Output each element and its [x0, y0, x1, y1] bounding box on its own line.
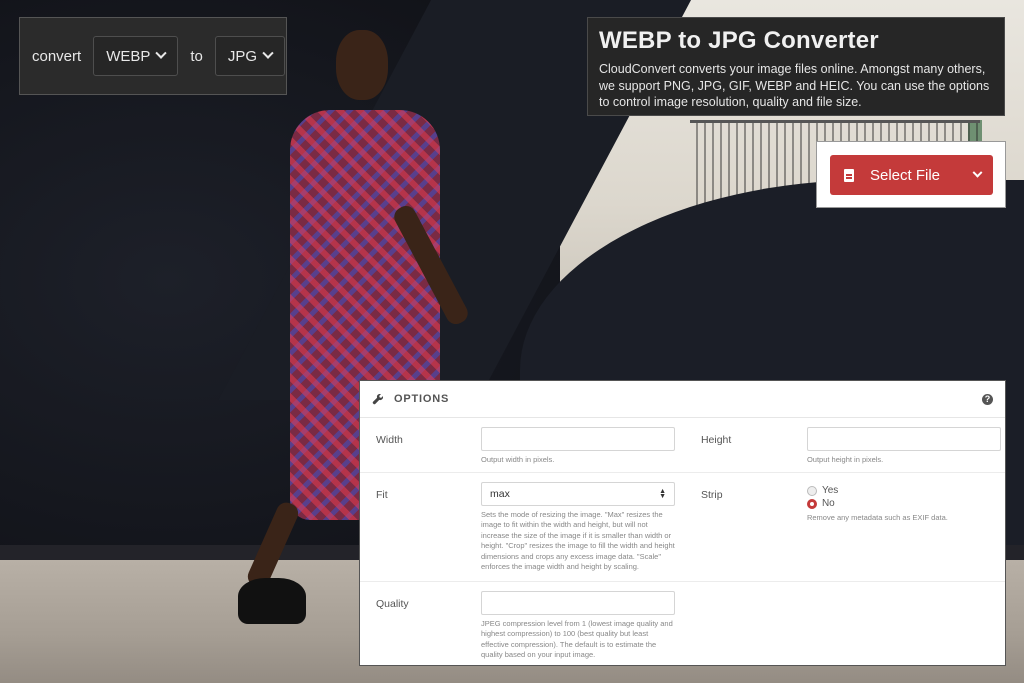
options-title: OPTIONS [394, 393, 450, 405]
strip-yes-radio[interactable]: Yes [806, 484, 1001, 497]
help-icon[interactable]: ? [982, 393, 993, 405]
model-head [336, 30, 388, 100]
strip-no-radio[interactable]: No [806, 497, 1001, 510]
quality-help: JPEG compression level from 1 (lowest im… [481, 619, 673, 660]
select-arrows-icon: ▲ ▼ [659, 488, 666, 500]
page-description: CloudConvert converts your image files o… [599, 62, 990, 109]
select-file-panel: Select File [816, 141, 1006, 208]
height-label: Height [700, 434, 732, 446]
quality-option: Quality JPEG compression level from 1 (l… [360, 582, 701, 665]
model-shoe [238, 578, 306, 624]
chevron-down-icon [155, 47, 168, 59]
empty-cell [701, 582, 1005, 665]
height-help: Output height in pixels. [806, 455, 884, 464]
to-format-dropdown[interactable]: JPG [214, 36, 286, 76]
fit-option: Fit max ▲ ▼ Sets the mode of resizing the… [360, 473, 701, 581]
to-format-value: JPG [227, 47, 258, 65]
radio-checked-icon[interactable] [806, 498, 817, 509]
strip-yes-label: Yes [821, 485, 839, 496]
options-row-quality: Quality JPEG compression level from 1 (l… [360, 582, 1005, 665]
options-header: OPTIONS ? [360, 381, 1005, 418]
height-option: Height Output height in pixels. [701, 418, 1005, 472]
options-row-size: Width Output width in pixels. Height Out… [360, 418, 1005, 473]
height-input[interactable] [806, 427, 1001, 451]
file-icon [844, 168, 854, 182]
options-row-fit: Fit max ▲ ▼ Sets the mode of resizing the… [360, 473, 1005, 582]
fit-help: Sets the mode of resizing the image. "Ma… [481, 510, 675, 572]
wrench-icon [372, 393, 384, 405]
format-converter-bar: convert WEBP to JPG [19, 17, 287, 95]
strip-option: Strip Yes No Remove any metadata such as… [701, 473, 1005, 581]
select-file-label: Select File [870, 166, 941, 184]
from-format-value: WEBP [106, 47, 151, 65]
chevron-down-icon [262, 47, 274, 59]
fit-select-value: max [490, 488, 510, 500]
chevron-down-icon[interactable] [972, 167, 983, 178]
strip-label: Strip [700, 489, 723, 501]
page-title: WEBP to JPG Converter [599, 27, 879, 54]
to-label: to [190, 47, 203, 65]
width-input[interactable] [481, 427, 675, 451]
select-file-button[interactable]: Select File [830, 155, 993, 195]
fit-label: Fit [376, 489, 388, 501]
options-panel: OPTIONS ? Width Output width in pixels. … [359, 380, 1006, 666]
strip-help: Remove any metadata such as EXIF data. [806, 513, 948, 522]
converter-header: WEBP to JPG Converter CloudConvert conve… [587, 17, 1005, 116]
fit-select[interactable]: max ▲ ▼ [481, 482, 675, 506]
strip-no-label: No [821, 498, 835, 509]
convert-label: convert [32, 47, 82, 65]
quality-label: Quality [376, 598, 409, 610]
width-option: Width Output width in pixels. [360, 418, 701, 472]
width-help: Output width in pixels. [481, 455, 555, 464]
radio-unchecked-icon[interactable] [806, 485, 817, 496]
from-format-dropdown[interactable]: WEBP [93, 36, 179, 76]
width-label: Width [376, 434, 403, 446]
quality-input[interactable] [481, 591, 675, 615]
